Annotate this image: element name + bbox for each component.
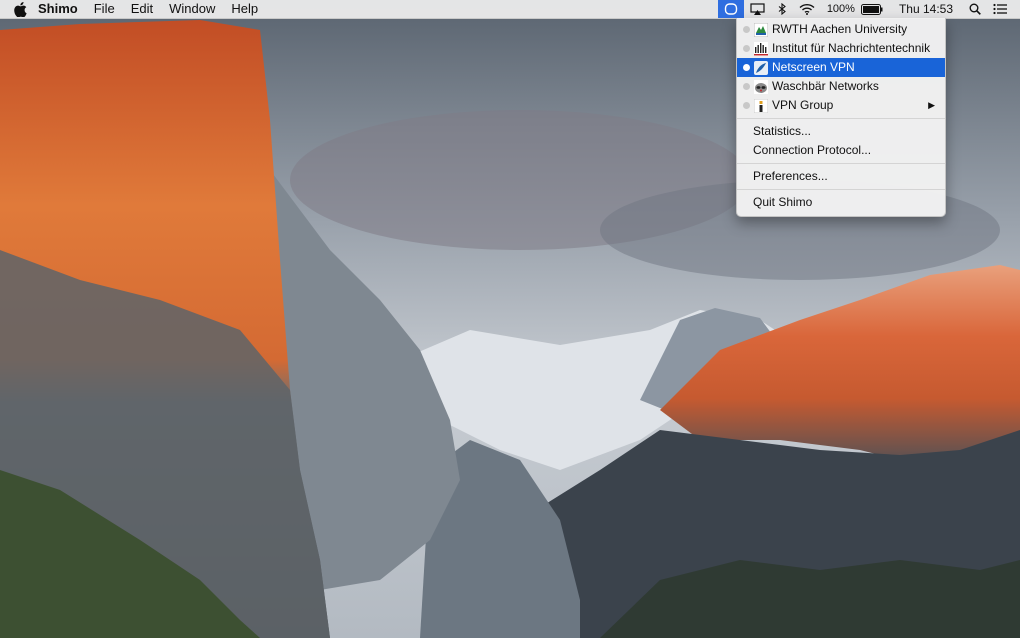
connection-status-dot — [743, 45, 750, 52]
rwth-logo-icon — [754, 22, 768, 37]
connection-rwth-aachen[interactable]: RWTH Aachen University — [737, 20, 945, 39]
connection-vpn-group[interactable]: VPN Group ▶ — [737, 96, 945, 115]
menu-statistics[interactable]: Statistics... — [737, 122, 945, 141]
notification-center-icon[interactable] — [987, 0, 1020, 18]
shimo-icon[interactable] — [717, 0, 744, 18]
connection-status-dot — [743, 102, 750, 109]
institute-logo-icon — [754, 41, 768, 56]
connection-waschbaer-networks[interactable]: Waschbär Networks — [737, 77, 945, 96]
connection-institut-nachrichtentechnik[interactable]: Institut für Nachrichtentechnik — [737, 39, 945, 58]
menu-bar: Shimo File Edit Window Help 100% Thu 14:… — [0, 0, 1020, 19]
airplay-icon[interactable] — [744, 0, 771, 18]
connection-label: RWTH Aachen University — [772, 22, 908, 36]
menu-help[interactable]: Help — [223, 0, 266, 18]
raccoon-icon — [754, 79, 768, 94]
connection-netscreen-vpn[interactable]: Netscreen VPN — [737, 58, 945, 77]
menu-separator — [737, 189, 945, 190]
battery-icon[interactable] — [860, 0, 889, 18]
menu-window[interactable]: Window — [161, 0, 223, 18]
app-menu-shimo[interactable]: Shimo — [34, 0, 86, 18]
spotlight-icon[interactable] — [963, 0, 987, 18]
connection-status-dot — [743, 26, 750, 33]
connection-status-dot — [743, 64, 750, 71]
menu-preferences[interactable]: Preferences... — [737, 167, 945, 186]
menu-quit-shimo[interactable]: Quit Shimo — [737, 193, 945, 212]
connection-label: VPN Group — [772, 98, 834, 112]
menu-edit[interactable]: Edit — [123, 0, 161, 18]
vpn-group-icon — [754, 98, 768, 113]
menu-file[interactable]: File — [86, 0, 123, 18]
wifi-icon[interactable] — [793, 0, 821, 18]
connection-label: Waschbär Networks — [772, 79, 879, 93]
menu-separator — [737, 163, 945, 164]
menu-clock[interactable]: Thu 14:53 — [889, 0, 963, 18]
connection-label: Institut für Nachrichtentechnik — [772, 41, 931, 55]
battery-percent: 100% — [826, 3, 855, 15]
menu-connection-protocol[interactable]: Connection Protocol... — [737, 141, 945, 160]
connection-status-dot — [743, 83, 750, 90]
connection-label: Netscreen VPN — [772, 60, 855, 74]
menu-separator — [737, 118, 945, 119]
bluetooth-icon[interactable] — [771, 0, 793, 18]
netscreen-icon — [754, 60, 768, 75]
apple-menu-icon[interactable] — [14, 1, 28, 17]
shimo-dropdown-menu: RWTH Aachen University Institut für Nach… — [736, 18, 946, 217]
submenu-arrow-icon: ▶ — [928, 100, 935, 110]
